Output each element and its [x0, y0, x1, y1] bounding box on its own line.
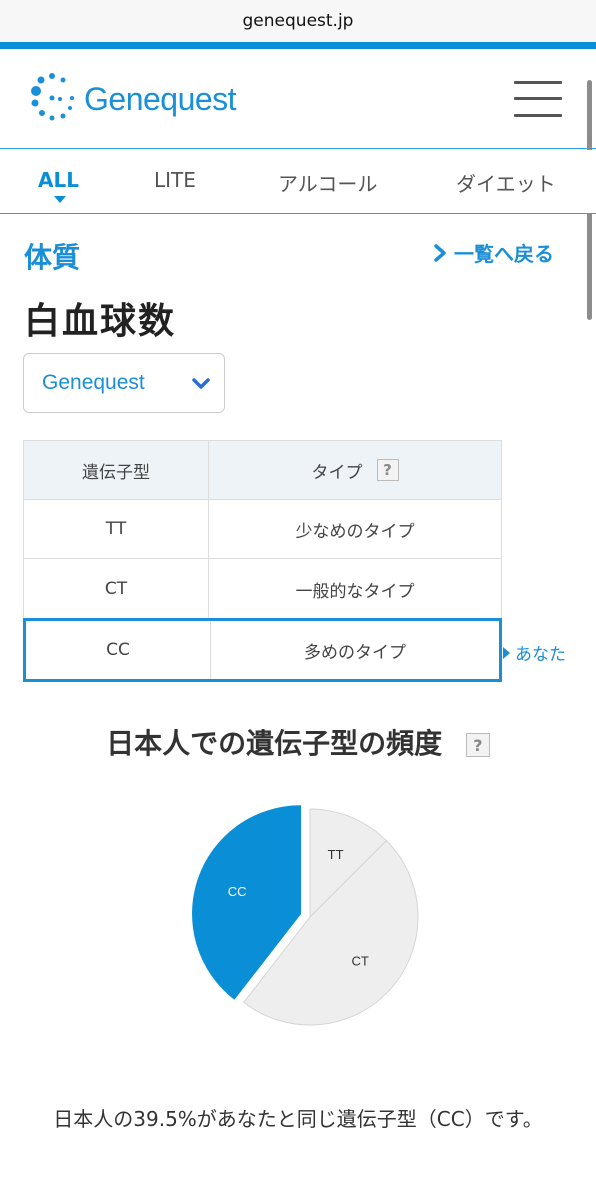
type-cell: 一般的なタイプ [295, 581, 415, 602]
type-header: タイプ ? [209, 441, 501, 499]
help-icon[interactable]: ? [465, 733, 490, 757]
genotype-header: 遺伝子型 [24, 441, 209, 499]
triangle-right-icon [503, 646, 510, 659]
type-header-label: タイプ [311, 462, 363, 483]
your-genotype-marker: あなた [503, 640, 566, 665]
logo-dots-icon [31, 73, 74, 121]
tab-lite[interactable]: LITE [154, 168, 196, 192]
genotype-frequency-pie-chart: TT CT CC [192, 805, 419, 1026]
tab-all[interactable]: ALL [38, 168, 79, 192]
category-tabs: ALL LITE アルコール ダイエット [0, 150, 596, 214]
active-tab-indicator-icon [54, 196, 66, 203]
type-cell: 多めのタイプ [304, 642, 406, 663]
browser-url-bar[interactable]: genequest.jp [0, 0, 596, 42]
pie-label-ct: CT [352, 953, 369, 968]
table-row-your-genotype: CC 多めのタイプ [23, 618, 502, 682]
frequency-summary-text: 日本人の39.5%があなたと同じ遺伝子型（CC）です。 [53, 1107, 543, 1131]
url-text: genequest.jp [242, 11, 354, 31]
type-cell: 少なめのタイプ [295, 521, 415, 542]
chevron-down-icon [192, 378, 210, 389]
help-icon[interactable]: ? [376, 459, 399, 481]
table-row: CT 一般的なタイプ [23, 558, 502, 620]
frequency-section-title: 日本人での遺伝子型の頻度 ? [0, 722, 596, 762]
your-genotype-label: あなた [515, 645, 566, 665]
frequency-title-text: 日本人での遺伝子型の頻度 [106, 727, 443, 760]
genotype-cell: CC [26, 621, 211, 679]
category-label[interactable]: 体質 [24, 236, 80, 276]
header-accent-line [0, 42, 596, 49]
table-row: TT 少なめのタイプ [23, 499, 502, 559]
back-link-label: 一覧へ戻る [454, 242, 554, 266]
genequest-logo[interactable]: Genequest [30, 69, 237, 129]
back-to-list-link[interactable]: 一覧へ戻る [432, 238, 554, 267]
pie-label-cc: CC [228, 884, 247, 899]
genotype-cell: TT [24, 500, 209, 558]
genotype-cell: CT [24, 559, 209, 619]
logo-text: Genequest [84, 80, 237, 117]
hamburger-menu-icon[interactable] [514, 81, 562, 117]
chevron-right-icon [434, 243, 446, 262]
site-header: Genequest [0, 49, 596, 149]
tab-diet[interactable]: ダイエット [456, 168, 556, 197]
table-header-row: 遺伝子型 タイプ ? [23, 440, 502, 500]
source-select-value: Genequest [42, 371, 145, 394]
source-select[interactable]: Genequest [23, 353, 225, 413]
tab-alcohol[interactable]: アルコール [278, 168, 377, 197]
pie-label-tt: TT [328, 847, 344, 862]
page-title: 白血球数 [24, 301, 177, 342]
